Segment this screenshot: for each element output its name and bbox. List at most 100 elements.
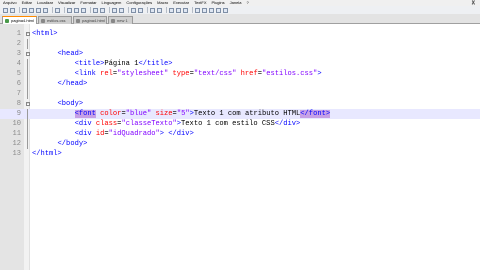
print-icon[interactable]	[55, 7, 60, 13]
fold-line	[27, 79, 28, 89]
code-line[interactable]: 1 − <html>	[0, 29, 480, 39]
zoom-out-icon[interactable]	[138, 7, 143, 13]
code-token: "5"	[176, 110, 190, 118]
fold-line	[27, 69, 28, 79]
word-wrap-icon[interactable]	[169, 7, 174, 13]
code-token: Página 1	[104, 60, 139, 68]
fold-line	[27, 89, 28, 99]
code-token: </div>	[168, 130, 194, 138]
fold-toggle-icon[interactable]: −	[26, 102, 30, 106]
toolbar-separator	[192, 7, 193, 13]
fold-toggle-icon[interactable]: −	[26, 52, 30, 56]
code-token: Texto 1 com estilo CSS	[181, 120, 275, 128]
line-number: 10	[12, 120, 21, 128]
code-line[interactable]: 2	[0, 39, 480, 49]
code-token: </div>	[274, 120, 301, 128]
line-number: 2	[16, 40, 21, 48]
save-icon[interactable]	[22, 7, 27, 13]
code-line[interactable]: 3 − <head>	[0, 49, 480, 59]
fold-line	[27, 119, 28, 129]
tab-label: new 1	[117, 18, 128, 23]
sync-horizontal-icon[interactable]	[157, 7, 162, 13]
code-line[interactable]: 6 </head>	[0, 79, 480, 89]
close-icon[interactable]	[36, 7, 41, 13]
sync-vertical-icon[interactable]	[150, 7, 155, 13]
document-close-button[interactable]: X	[472, 1, 475, 7]
code-line[interactable]: 11 <div id="idQuadrado"> </div>	[0, 129, 480, 139]
code-text: <div id="idQuadrado"> </div>	[32, 129, 194, 139]
code-line[interactable]: 5 <link rel="stylesheet" type="text/css"…	[0, 69, 480, 79]
line-number: 11	[12, 130, 21, 138]
code-line[interactable]: 7	[0, 89, 480, 99]
save-all-icon[interactable]	[29, 7, 34, 13]
tab-0[interactable]: pagina4.html	[2, 16, 37, 24]
new-file-icon[interactable]	[3, 7, 8, 13]
close-all-icon[interactable]	[43, 7, 48, 13]
tab-bar: pagina4.html estilos.css pagina4.html new 1	[0, 14, 480, 24]
code-token: href	[240, 70, 258, 78]
code-token: <font	[74, 110, 96, 118]
toolbar-separator	[109, 7, 110, 13]
show-all-chars-icon[interactable]	[176, 7, 181, 13]
zoom-in-icon[interactable]	[131, 7, 136, 13]
code-token: </html>	[32, 150, 62, 158]
open-icon[interactable]	[10, 7, 15, 13]
code-token: <head>	[57, 50, 84, 58]
line-number: 5	[16, 70, 21, 78]
macro-play-icon[interactable]	[209, 7, 214, 13]
code-token: "blue"	[125, 110, 152, 118]
toolbar-separator	[64, 7, 65, 13]
tab-label: pagina4.html	[82, 18, 105, 23]
tab-1[interactable]: estilos.css	[38, 16, 72, 24]
macro-run-multiple-icon[interactable]	[216, 7, 221, 13]
code-token: </font>	[300, 110, 331, 118]
line-number: 9	[16, 110, 21, 118]
code-token: </head>	[57, 80, 88, 88]
code-text: <font color="blue" size="5">Texto 1 com …	[32, 109, 331, 119]
redo-icon[interactable]	[100, 7, 105, 13]
code-token: <body>	[57, 100, 84, 108]
code-token: "estilos.css"	[261, 70, 318, 78]
tab-3[interactable]: new 1	[108, 16, 133, 24]
toolbar-separator	[147, 7, 148, 13]
fold-toggle-icon[interactable]: −	[26, 32, 30, 36]
code-token: </title>	[138, 60, 173, 68]
file-status-icon	[76, 19, 80, 23]
paste-icon[interactable]	[81, 7, 86, 13]
find-icon[interactable]	[112, 7, 117, 13]
file-status-icon	[111, 19, 115, 23]
line-number: 1	[16, 30, 21, 38]
code-line[interactable]: 8 − <body>	[0, 99, 480, 109]
line-number: 4	[16, 60, 21, 68]
replace-icon[interactable]	[119, 7, 124, 13]
code-line[interactable]: 9 <font color="blue" size="5">Texto 1 co…	[0, 109, 480, 119]
code-token: <title>	[74, 60, 105, 68]
code-token: size	[155, 110, 173, 118]
indent-guide-icon[interactable]	[183, 7, 188, 13]
code-text: <html>	[32, 29, 58, 39]
code-text: <head>	[32, 49, 84, 59]
code-token: <html>	[32, 30, 58, 38]
code-text: <title>Página 1</title>	[32, 59, 173, 69]
code-line[interactable]: 12 </body>	[0, 139, 480, 149]
cut-icon[interactable]	[67, 7, 72, 13]
code-token: "stylesheet"	[117, 70, 169, 78]
macro-stop-icon[interactable]	[202, 7, 207, 13]
editor[interactable]: 1− <html> 2 3− <head> 4 <title>Página 1</tit…	[0, 24, 480, 270]
code-token: >	[317, 70, 322, 78]
toolbar-separator	[90, 7, 91, 13]
undo-icon[interactable]	[93, 7, 98, 13]
code-line[interactable]: 13 </html>	[0, 149, 480, 159]
code-line[interactable]: 4 <title>Página 1</title>	[0, 59, 480, 69]
copy-icon[interactable]	[74, 7, 79, 13]
macro-record-icon[interactable]	[195, 7, 200, 13]
code-text: </body>	[32, 139, 88, 149]
toolbar	[0, 6, 480, 14]
fold-line	[27, 109, 28, 119]
macro-save-icon[interactable]	[223, 7, 228, 13]
code-token: "idQuadrado"	[108, 130, 160, 138]
tab-2[interactable]: pagina4.html	[73, 16, 107, 24]
code-line[interactable]: 10 <div class="classeTexto">Texto 1 com …	[0, 119, 480, 129]
